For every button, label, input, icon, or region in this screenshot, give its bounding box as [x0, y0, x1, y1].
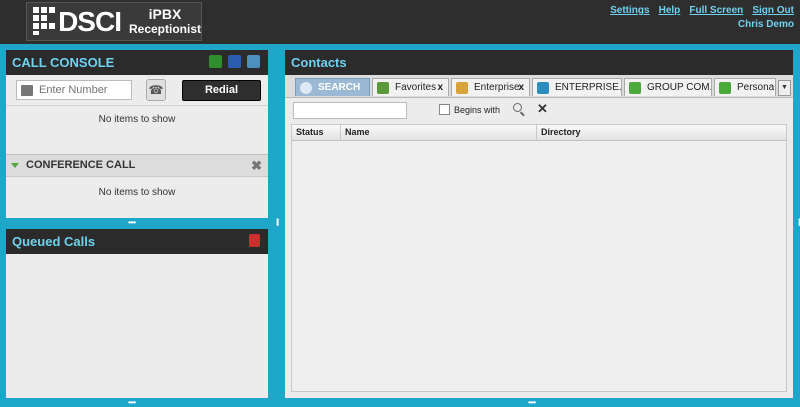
- column-header-directory[interactable]: Directory: [537, 125, 786, 140]
- notes-icon[interactable]: [247, 55, 260, 68]
- column-header-status[interactable]: Status: [292, 125, 341, 140]
- chevron-down-icon[interactable]: ▼: [778, 80, 791, 96]
- vertical-resize-handle[interactable]: ••••: [795, 218, 800, 225]
- redial-button[interactable]: Redial: [182, 80, 261, 101]
- logo-product-sub: Receptionist: [128, 21, 201, 36]
- column-header-name[interactable]: Name: [341, 125, 537, 140]
- search-icon[interactable]: [513, 103, 522, 112]
- close-tab-icon[interactable]: x: [518, 79, 524, 96]
- tab-search[interactable]: SEARCH: [295, 78, 370, 96]
- phone-icon: [629, 82, 641, 94]
- close-tab-icon[interactable]: x: [437, 79, 443, 96]
- tab-group-common[interactable]: GROUP COM...: [624, 78, 712, 96]
- settings-link[interactable]: Settings: [610, 5, 649, 16]
- directory-icon: [537, 82, 549, 94]
- logo-mark-icon: [33, 6, 64, 37]
- queue-settings-icon[interactable]: [249, 234, 260, 247]
- address-book-icon[interactable]: [21, 84, 33, 96]
- close-icon[interactable]: ✖: [251, 155, 262, 176]
- favorites-icon: [377, 82, 389, 94]
- expand-triangle-icon[interactable]: [11, 163, 19, 168]
- call-console-panel: CALL CONSOLE ☎ Redial No items to show C…: [6, 50, 268, 218]
- call-console-title: CALL CONSOLE: [12, 55, 115, 70]
- conference-call-header[interactable]: CONFERENCE CALL ✖: [6, 154, 268, 177]
- enterprise-icon: [456, 82, 468, 94]
- logo-text: DSCI: [58, 5, 122, 37]
- contacts-tabs: SEARCH Favorites x Enterprise x ENTERPRI…: [285, 75, 793, 98]
- vertical-resize-handle[interactable]: ••••: [273, 218, 282, 225]
- tab-enterprise-directory[interactable]: ENTERPRISE...: [532, 78, 622, 96]
- phone-book-icon[interactable]: [228, 55, 241, 68]
- resize-handle[interactable]: ••••: [528, 398, 536, 407]
- full-screen-link[interactable]: Full Screen: [689, 5, 743, 16]
- resize-handle[interactable]: ••••: [128, 218, 136, 227]
- begins-with-label: Begins with: [454, 104, 501, 115]
- clear-icon[interactable]: ✕: [537, 101, 548, 117]
- queued-calls-panel: Queued Calls: [6, 229, 268, 398]
- dial-icon[interactable]: ☎: [146, 79, 166, 101]
- user-name: Chris Demo: [737, 19, 794, 30]
- table-header: Status Name Directory: [292, 125, 786, 141]
- call-up-icon[interactable]: [209, 55, 222, 68]
- header-links: Settings Help Full Screen Sign Out Chris…: [604, 4, 794, 30]
- contacts-table: Status Name Directory: [291, 124, 787, 392]
- tab-enterprise[interactable]: Enterprise x: [451, 78, 530, 96]
- queued-calls-title: Queued Calls: [12, 234, 96, 249]
- sign-out-link[interactable]: Sign Out: [752, 5, 794, 16]
- help-link[interactable]: Help: [659, 5, 681, 16]
- begins-with-checkbox[interactable]: [439, 104, 450, 115]
- contacts-title: Contacts: [291, 55, 347, 70]
- calls-empty-text: No items to show: [98, 114, 176, 125]
- contacts-panel: Contacts SEARCH Favorites x Enterprise x…: [285, 50, 793, 398]
- number-field[interactable]: [16, 80, 132, 100]
- top-bar: DSCI iPBX Receptionist Settings Help Ful…: [0, 0, 800, 44]
- tab-personal[interactable]: Persona: [714, 78, 776, 96]
- tab-favorites[interactable]: Favorites x: [372, 78, 449, 96]
- resize-handle[interactable]: ••••: [128, 398, 136, 407]
- conference-empty-text: No items to show: [98, 187, 176, 198]
- app-logo: DSCI iPBX Receptionist: [26, 2, 202, 41]
- conference-call-title: CONFERENCE CALL: [26, 159, 136, 171]
- phone-icon: [719, 82, 731, 94]
- search-icon: [300, 82, 312, 94]
- search-input[interactable]: [293, 102, 407, 119]
- number-input[interactable]: [37, 83, 129, 97]
- logo-product: iPBX: [148, 5, 182, 22]
